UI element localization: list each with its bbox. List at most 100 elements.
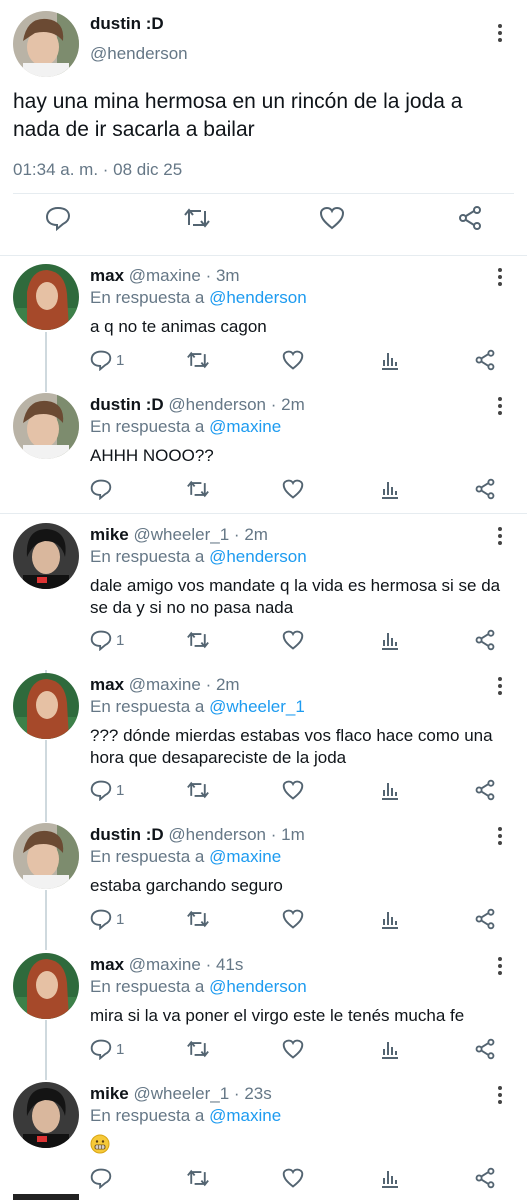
reply-handle[interactable]: @maxine	[129, 955, 201, 974]
reply-context: En respuesta a @maxine	[90, 417, 281, 437]
comment-icon[interactable]	[90, 349, 112, 376]
comment-icon[interactable]	[90, 779, 112, 806]
next-reply-peek	[0, 1190, 527, 1200]
more-options-icon[interactable]	[490, 825, 510, 847]
reply-dot: ·	[270, 395, 277, 414]
avatar-max[interactable]	[13, 264, 79, 330]
avatar-dustin[interactable]	[13, 11, 79, 77]
analytics-icon[interactable]	[379, 629, 401, 656]
reply-to-link[interactable]: @maxine	[209, 847, 281, 866]
analytics-icon[interactable]	[379, 349, 401, 376]
avatar-dustin[interactable]	[13, 823, 79, 889]
reply-handle[interactable]: @wheeler_1	[133, 1084, 229, 1103]
reply-name[interactable]: dustin :D	[90, 825, 164, 844]
avatar-max[interactable]	[13, 953, 79, 1019]
like-icon[interactable]	[282, 1038, 304, 1065]
comment-icon[interactable]	[90, 908, 112, 935]
reply-actions	[0, 478, 527, 504]
retweet-icon[interactable]	[186, 478, 210, 505]
reply-dot: ·	[270, 825, 277, 844]
reply-context: En respuesta a @henderson	[90, 288, 307, 308]
author-name[interactable]: dustin :D	[90, 14, 164, 34]
reply-name[interactable]: dustin :D	[90, 395, 164, 414]
more-options-icon[interactable]	[490, 525, 510, 547]
comment-icon[interactable]	[90, 1038, 112, 1065]
tweet-timestamp: 01:34 a. m. · 08 dic 25	[13, 160, 183, 179]
more-options-icon[interactable]	[490, 955, 510, 977]
reply-to-link[interactable]: @maxine	[209, 1106, 281, 1125]
avatar-dustin[interactable]	[13, 393, 79, 459]
retweet-icon[interactable]	[183, 205, 211, 236]
reply-to-link[interactable]: @henderson	[209, 977, 307, 996]
reply-tweet[interactable]: mike @wheeler_1 · 2m En respuesta a @hen…	[0, 523, 527, 660]
retweet-icon[interactable]	[186, 629, 210, 656]
reply-count: 1	[116, 632, 125, 649]
avatar-max[interactable]	[13, 673, 79, 739]
share-icon[interactable]	[474, 629, 496, 656]
retweet-icon[interactable]	[186, 349, 210, 376]
reply-tweet[interactable]: max @maxine · 3m En respuesta a @henders…	[0, 264, 527, 376]
share-icon[interactable]	[474, 779, 496, 806]
reply-to-link[interactable]: @henderson	[209, 288, 307, 307]
reply-actions: 1	[0, 1038, 527, 1064]
reply-tweet[interactable]: max @maxine · 41s En respuesta a @hender…	[0, 953, 527, 1065]
reply-name[interactable]: max	[90, 675, 124, 694]
divider	[13, 193, 514, 194]
like-icon[interactable]	[282, 908, 304, 935]
like-icon[interactable]	[319, 205, 345, 236]
reply-tweet[interactable]: max @maxine · 2m En respuesta a @wheeler…	[0, 673, 527, 810]
author-handle[interactable]: @henderson	[90, 44, 188, 64]
more-options-icon[interactable]	[490, 22, 510, 44]
analytics-icon[interactable]	[379, 779, 401, 806]
share-icon[interactable]	[474, 908, 496, 935]
comment-icon[interactable]	[90, 478, 112, 505]
reply-to-link[interactable]: @maxine	[209, 417, 281, 436]
share-icon[interactable]	[457, 205, 483, 236]
retweet-icon[interactable]	[186, 779, 210, 806]
reply-count: 1	[116, 1041, 125, 1058]
reply-name[interactable]: max	[90, 955, 124, 974]
avatar-mike[interactable]	[13, 523, 79, 589]
reply-name[interactable]: max	[90, 266, 124, 285]
like-icon[interactable]	[282, 779, 304, 806]
reply-handle[interactable]: @henderson	[168, 825, 266, 844]
reply-prefix: En respuesta a	[90, 697, 205, 716]
reply-to-link[interactable]: @wheeler_1	[209, 697, 305, 716]
more-options-icon[interactable]	[490, 1084, 510, 1106]
reply-name[interactable]: mike	[90, 525, 129, 544]
reply-handle[interactable]: @henderson	[168, 395, 266, 414]
like-icon[interactable]	[282, 349, 304, 376]
more-options-icon[interactable]	[490, 266, 510, 288]
analytics-icon[interactable]	[379, 1038, 401, 1065]
separator	[0, 513, 527, 514]
more-options-icon[interactable]	[490, 675, 510, 697]
reply-to-link[interactable]: @henderson	[209, 547, 307, 566]
reply-tweet[interactable]: dustin :D @henderson · 2m En respuesta a…	[0, 393, 527, 505]
reply-tweet[interactable]: mike @wheeler_1 · 23s En respuesta a @ma…	[0, 1082, 527, 1190]
like-icon[interactable]	[282, 629, 304, 656]
reply-name[interactable]: mike	[90, 1084, 129, 1103]
analytics-icon[interactable]	[379, 478, 401, 505]
reply-handle[interactable]: @wheeler_1	[133, 525, 229, 544]
retweet-icon[interactable]	[186, 908, 210, 935]
share-icon[interactable]	[474, 349, 496, 376]
reply-tweet[interactable]: dustin :D @henderson · 1m En respuesta a…	[0, 823, 527, 935]
reply-count: 1	[116, 352, 125, 369]
reply-time: 2m	[281, 395, 305, 414]
comment-icon[interactable]	[90, 629, 112, 656]
like-icon[interactable]	[282, 478, 304, 505]
retweet-icon[interactable]	[186, 1038, 210, 1065]
analytics-icon[interactable]	[379, 908, 401, 935]
reply-context: En respuesta a @wheeler_1	[90, 697, 305, 717]
reply-dot: ·	[205, 675, 212, 694]
reply-handle[interactable]: @maxine	[129, 266, 201, 285]
share-icon[interactable]	[474, 1038, 496, 1065]
reply-actions: 1	[0, 908, 527, 934]
tweet-text: hay una mina hermosa en un rincón de la …	[13, 90, 463, 141]
share-icon[interactable]	[474, 478, 496, 505]
reply-handle[interactable]: @maxine	[129, 675, 201, 694]
comment-icon[interactable]	[45, 205, 71, 236]
reply-dot: ·	[233, 1084, 240, 1103]
more-options-icon[interactable]	[490, 395, 510, 417]
avatar-mike[interactable]	[13, 1082, 79, 1148]
